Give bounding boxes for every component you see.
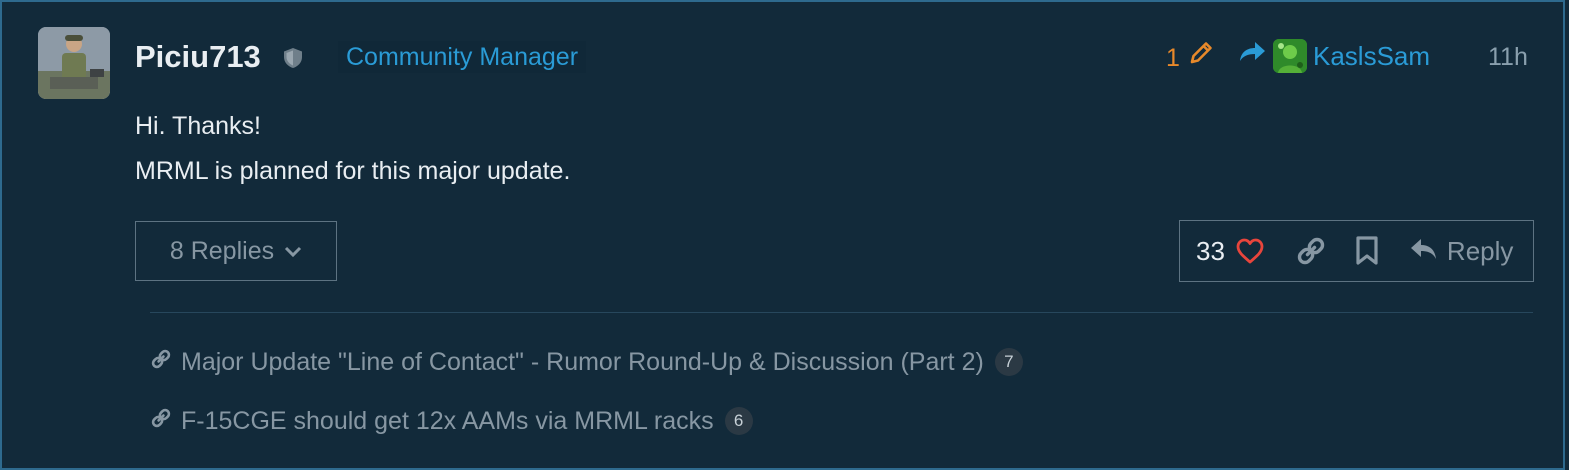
linked-topic-title: F-15CGE should get 12x AAMs via MRML rac…	[181, 407, 714, 435]
linked-topic[interactable]: F-15CGE should get 12x AAMs via MRML rac…	[150, 404, 753, 438]
linked-topic-title: Major Update "Line of Contact" - Rumor R…	[181, 348, 984, 376]
share-arrow-icon	[1237, 38, 1267, 74]
linked-topic-count: 7	[994, 348, 1023, 376]
reply-to-username: KaslsSam	[1313, 41, 1431, 71]
reply-to-user[interactable]: KaslsSam	[1237, 38, 1430, 74]
username[interactable]: Piciu713	[135, 36, 261, 78]
shield-icon	[282, 47, 304, 69]
reply-label: Reply	[1446, 235, 1514, 266]
heart-icon[interactable]	[1235, 237, 1265, 265]
like-count[interactable]: 33	[1196, 236, 1225, 267]
replies-label: 8 Replies	[169, 236, 275, 265]
avatar[interactable]	[38, 27, 110, 99]
bookmark-icon[interactable]	[1355, 236, 1379, 266]
chevron-down-icon	[284, 237, 302, 266]
post-time[interactable]: 11h	[1488, 40, 1528, 74]
post-body-line: MRML is planned for this major update.	[135, 157, 571, 185]
link-icon	[150, 404, 172, 438]
post-body-line: Hi. Thanks!	[135, 112, 261, 140]
role-badge[interactable]: Community Manager	[338, 41, 587, 73]
reply-icon	[1409, 236, 1439, 267]
divider	[150, 312, 1533, 313]
pencil-icon	[1188, 40, 1214, 75]
link-icon	[150, 345, 172, 379]
edit-history-button[interactable]: 1	[1166, 40, 1214, 75]
linked-topic[interactable]: Major Update "Line of Contact" - Rumor R…	[150, 345, 1023, 379]
reply-to-avatar	[1273, 39, 1307, 73]
linked-topic-count: 6	[724, 407, 753, 435]
show-replies-button[interactable]: 8 Replies	[135, 221, 337, 281]
edit-count: 1	[1166, 43, 1180, 72]
reply-button[interactable]: Reply	[1409, 236, 1513, 267]
post-actions: 33 Reply	[1179, 220, 1534, 282]
link-icon[interactable]	[1295, 235, 1327, 267]
